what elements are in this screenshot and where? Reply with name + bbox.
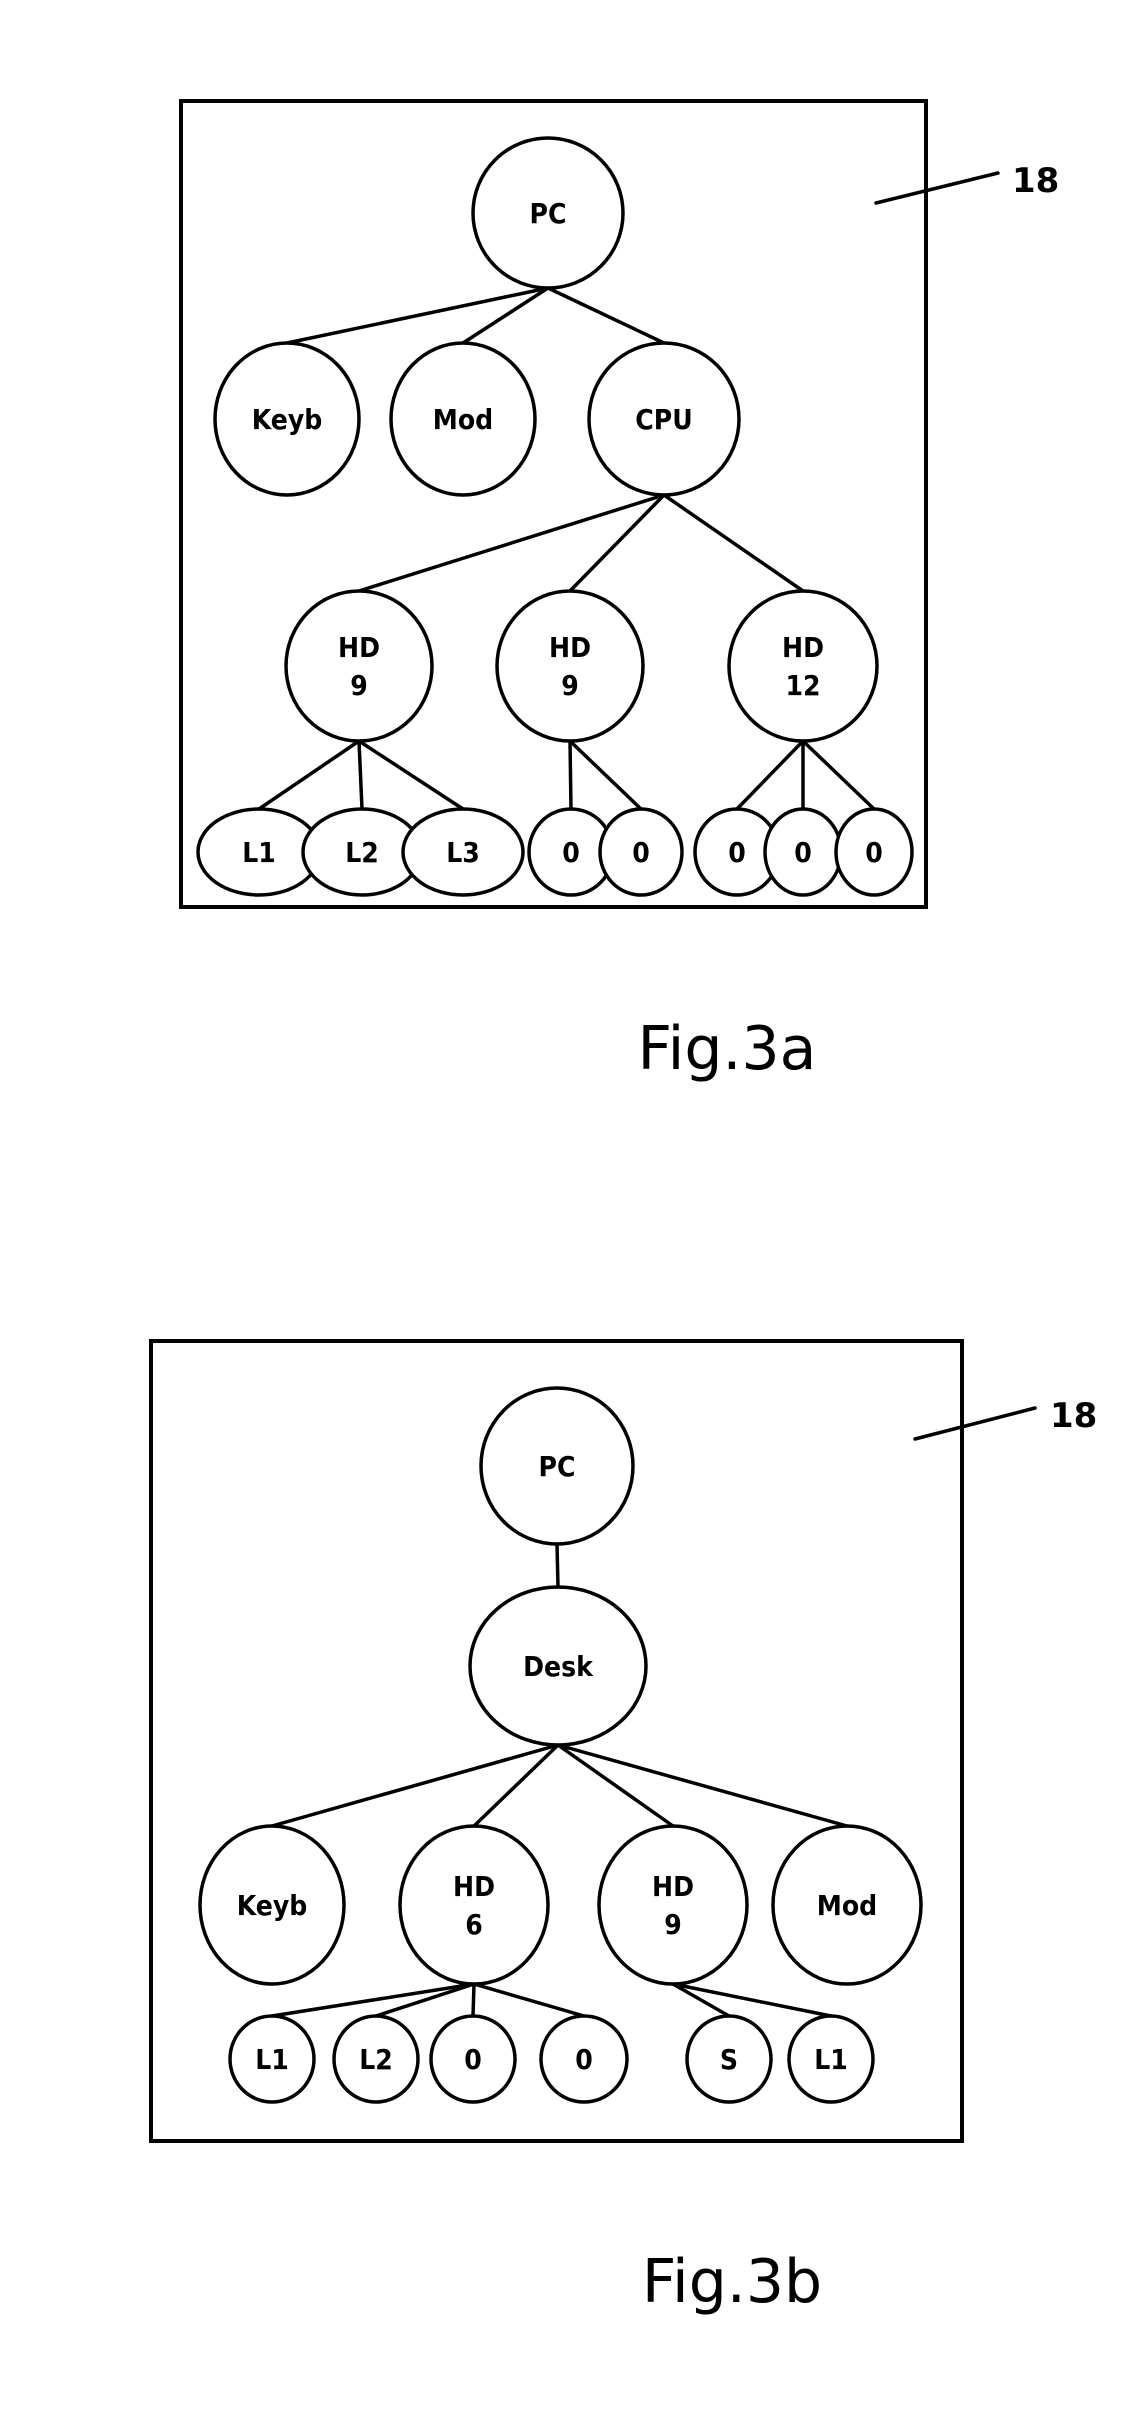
node-label: 9 [350,669,368,702]
node-label: L1 [814,2043,848,2076]
tree-node-mod: Mod [389,341,537,497]
node-label: 9 [664,1908,682,1941]
node-label: 0 [794,836,812,869]
tree-node-hd1: HD 6 [398,1824,550,1986]
edge-pc-to-cpu [546,286,666,345]
patent-drawing-sheet: PC Keyb Mod CPU HD 9 HD 9 HD 12 L1 L2 L3 0 0 0 0 0 18 Fig… [149,99,1097,2317]
tree-node-mod: Mod [771,1824,923,1986]
edge-hd1-to-hd1-o2 [472,1982,586,2018]
node-label: S [720,2043,738,2076]
node-label: CPU [635,403,692,436]
tree-node-hd1-l2: L2 [332,2014,420,2104]
tree-node-cpu: CPU [587,341,741,497]
tree-node-hd3-o2: 0 [763,807,843,897]
tree-node-keyb: Keyb [213,341,361,497]
figure-3a: PC Keyb Mod CPU HD 9 HD 9 HD 12 L1 L2 L3 0 0 0 0 0 18 Fig… [179,99,1059,1084]
figure-3a-reference-numeral: 18 [1012,161,1059,201]
edge-desk-to-hd2 [556,1743,675,1828]
node-label: HD [782,631,824,664]
node-label: HD [338,631,380,664]
edge-hd1-to-hd1-l1 [270,1982,476,2018]
tree-node-hd2: HD 9 [597,1824,749,1986]
node-label: 0 [865,836,883,869]
node-label: Mod [817,1889,877,1922]
tree-node-hd1-o1: 0 [429,2014,517,2104]
tree-node-hd3: HD 12 [727,589,879,743]
tree-node-hd1-o2: 0 [539,2014,629,2104]
node-label: Mod [433,403,493,436]
edge-hd3-to-hd3-o1 [735,739,805,811]
node-label: L3 [446,836,480,869]
edge-hd2-to-hd2-l1 [671,1982,833,2018]
figure-3b: PC Desk Keyb HD 6 HD 9 Mod L1 L2 0 0 S L1 18 Fig.3b [149,1339,1097,2317]
figure-3b-nodes: PC Desk Keyb HD 6 HD 9 Mod L1 L2 0 0 S L1 [198,1386,923,2104]
tree-node-hd2: HD 9 [495,589,645,743]
tree-node-keyb: Keyb [198,1824,346,1986]
edge-pc-to-desk [555,1542,560,1589]
node-label: Desk [523,1650,594,1683]
tree-node-hd3-o3: 0 [834,807,914,897]
tree-node-desk: Desk [468,1585,648,1747]
figure-3b-reference-leader-line [913,1406,1037,1441]
node-label: L1 [242,836,276,869]
edge-hd2-to-hd2-o1 [568,739,573,811]
tree-node-pc: PC [471,136,625,290]
edge-desk-to-mod [556,1743,849,1828]
node-label: L2 [359,2043,393,2076]
node-label: 9 [561,669,579,702]
node-label: Keyb [252,403,323,436]
tree-node-pc: PC [479,1386,635,1546]
figure-3a-caption: Fig.3a [638,1014,817,1084]
figure-3a-reference-leader-line [874,171,1000,205]
edge-hd3-to-hd3-o3 [801,739,876,811]
node-label: 0 [728,836,746,869]
node-label: 0 [632,836,650,869]
tree-node-hd1: HD 9 [284,589,434,743]
node-label: HD [453,1870,495,1903]
node-shape [597,1824,749,1986]
edge-hd1-to-hd1-l2 [374,1982,476,2018]
tree-node-hd1-l3: L3 [401,807,525,897]
node-label: 6 [465,1908,483,1941]
node-label: PC [539,1450,576,1483]
edge-hd1-to-hd1-o1 [471,1982,476,2018]
tree-node-hd1-l1: L1 [228,2014,316,2104]
edge-hd1-to-hd1-l3 [357,739,465,811]
tree-node-hd2-l1: L1 [787,2014,875,2104]
edge-hd1-to-hd1-l1 [257,739,361,811]
node-label: HD [549,631,591,664]
edge-pc-to-keyb [285,286,550,345]
node-label: 0 [562,836,580,869]
node-label: L2 [345,836,379,869]
node-label: PC [530,197,567,230]
node-label: L1 [255,2043,289,2076]
node-shape [727,589,879,743]
figure-3b-caption: Fig.3b [642,2247,822,2317]
node-label: 0 [575,2043,593,2076]
tree-node-hd2-s: S [685,2014,773,2104]
node-shape [398,1824,550,1986]
edge-cpu-to-hd3 [662,493,805,593]
node-shape [495,589,645,743]
edge-hd2-to-hd2-o2 [568,739,643,811]
edge-hd1-to-hd1-l2 [357,739,364,811]
node-label: 12 [785,669,820,702]
figure-3b-reference-numeral: 18 [1050,1396,1097,1436]
node-label: 0 [464,2043,482,2076]
node-label: HD [652,1870,694,1903]
figure-3a-nodes: PC Keyb Mod CPU HD 9 HD 9 HD 12 L1 L2 L3 0 0 0 0 0 [196,136,914,897]
node-label: Keyb [237,1889,308,1922]
tree-node-hd2-o2: 0 [598,807,684,897]
node-shape [284,589,434,743]
